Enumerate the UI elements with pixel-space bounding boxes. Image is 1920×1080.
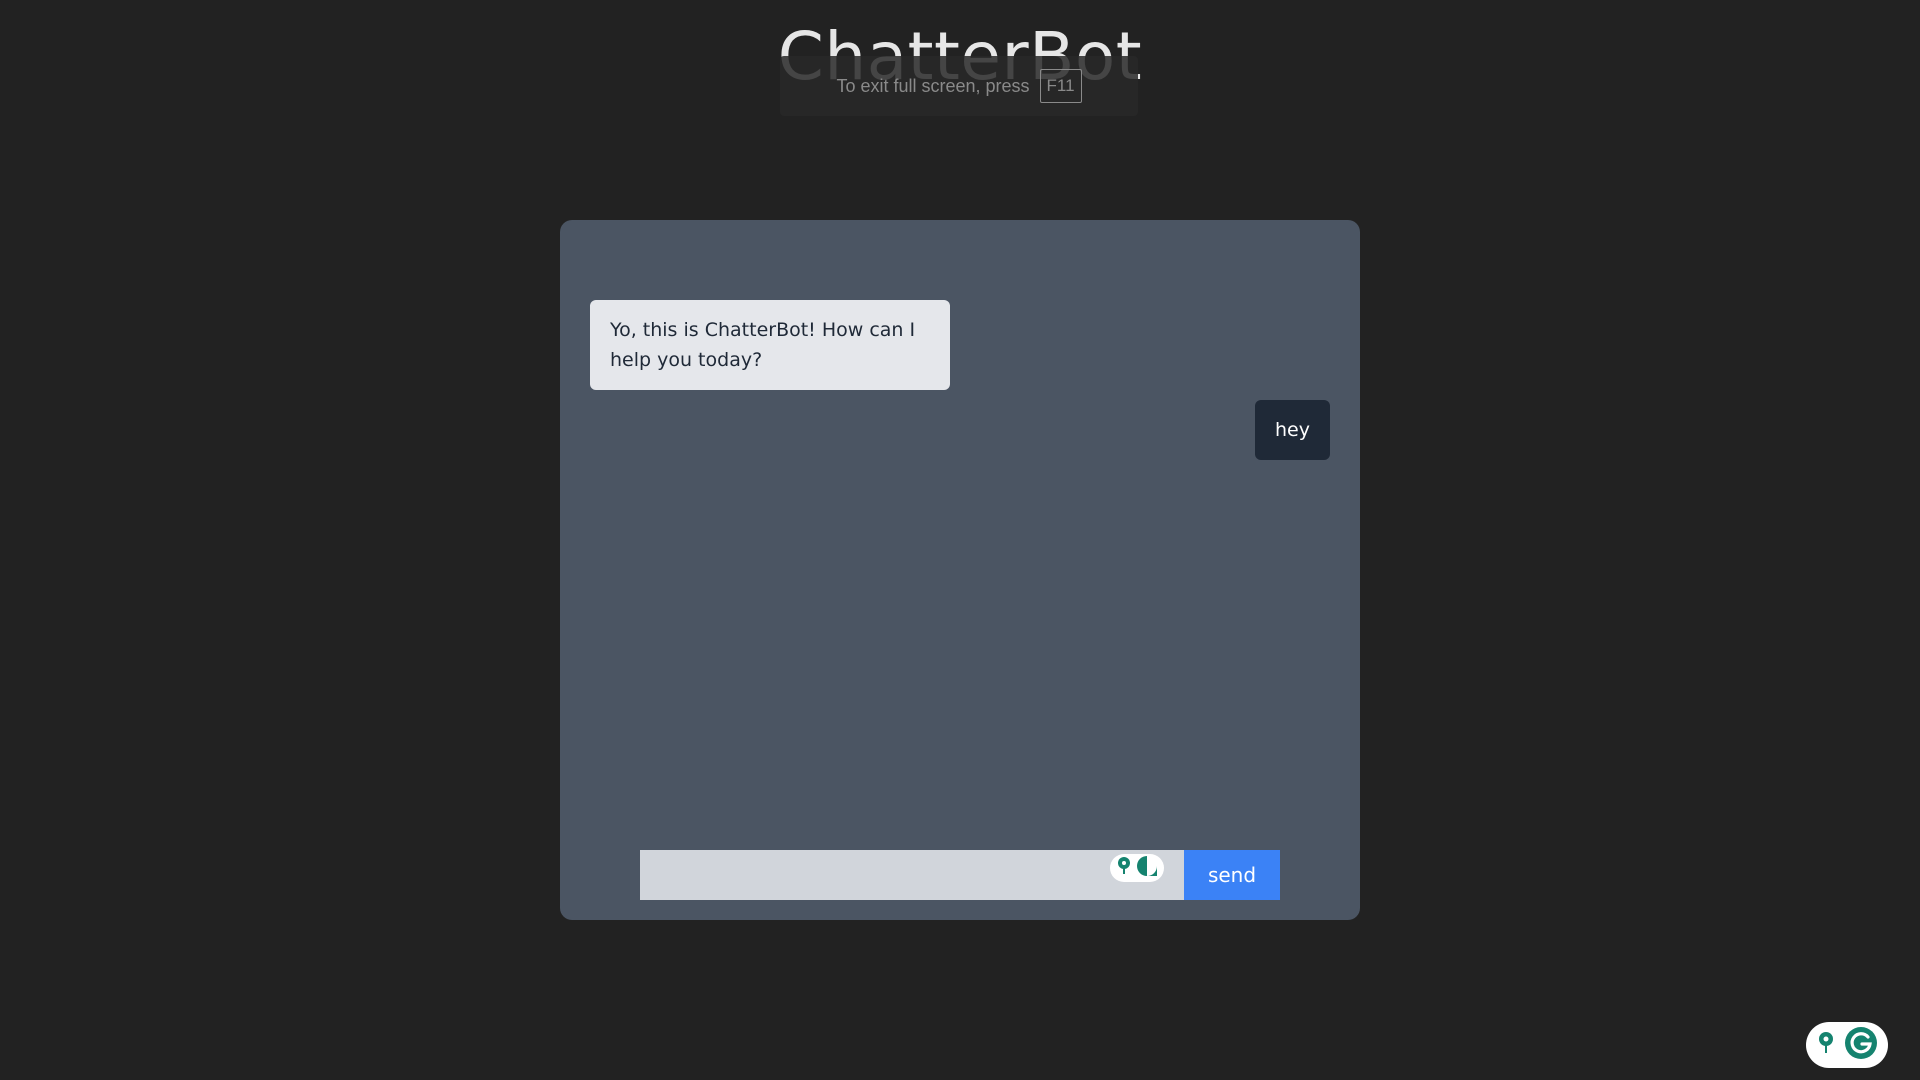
grammarly-corner-widget[interactable] xyxy=(1806,1022,1888,1068)
message-input[interactable] xyxy=(640,850,1184,900)
bot-message-bubble: Yo, this is ChatterBot! How can I help y… xyxy=(590,300,950,390)
lightbulb-icon xyxy=(1817,1031,1835,1059)
grammarly-icon xyxy=(1844,1026,1878,1064)
fullscreen-notice-text: To exit full screen, press xyxy=(836,75,1030,96)
message-composer: send xyxy=(640,850,1280,900)
lightbulb-icon xyxy=(1116,856,1132,880)
message-list: Yo, this is ChatterBot! How can I help y… xyxy=(590,300,1330,460)
grammarly-icon xyxy=(1136,855,1158,881)
user-message-row: hey xyxy=(590,400,1330,460)
user-message-bubble: hey xyxy=(1255,400,1330,460)
chatterbot-page: ChatterBot To exit full screen, press F1… xyxy=(0,0,1920,1080)
bot-message-row: Yo, this is ChatterBot! How can I help y… xyxy=(590,300,1330,390)
send-button[interactable]: send xyxy=(1184,850,1280,900)
fullscreen-notice: To exit full screen, press F11 xyxy=(780,56,1138,116)
fullscreen-notice-key: F11 xyxy=(1039,69,1082,103)
chat-panel: Yo, this is ChatterBot! How can I help y… xyxy=(560,220,1360,920)
grammarly-inline-widget[interactable] xyxy=(1110,854,1164,882)
